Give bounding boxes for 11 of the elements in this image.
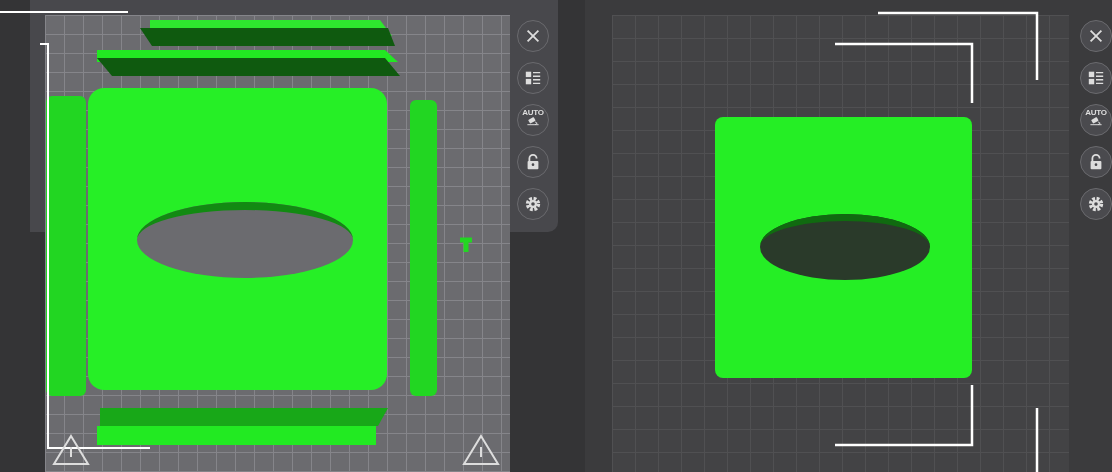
- close-button[interactable]: [1080, 20, 1112, 52]
- settings-button[interactable]: [1080, 188, 1112, 220]
- lock-button[interactable]: [1080, 146, 1112, 178]
- list-icon: [524, 69, 542, 87]
- close-icon: [524, 27, 542, 45]
- auto-button[interactable]: AUTO: [1080, 104, 1112, 136]
- list-button[interactable]: [1080, 62, 1112, 94]
- settings-icon: [1087, 195, 1105, 213]
- close-icon: [1087, 27, 1105, 45]
- settings-icon: [524, 195, 542, 213]
- list-icon: [1087, 69, 1105, 87]
